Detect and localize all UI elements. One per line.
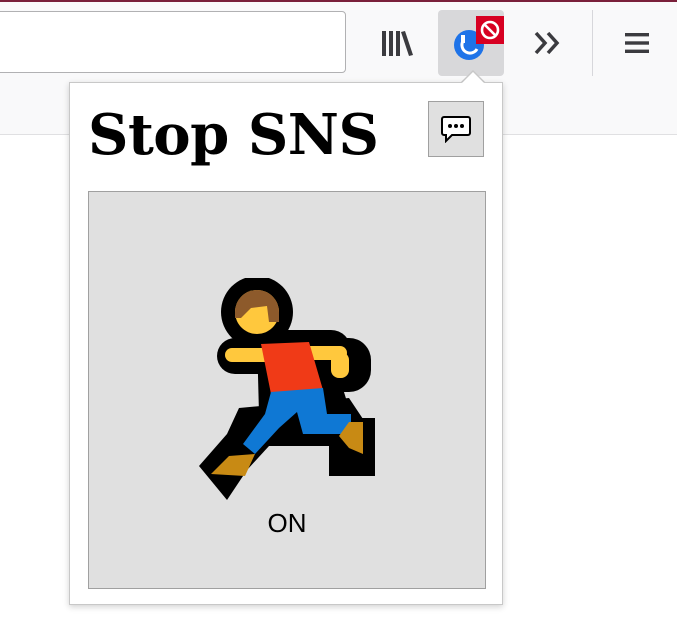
blocked-badge-icon (476, 16, 504, 44)
menu-button[interactable] (604, 10, 670, 76)
url-bar[interactable] (0, 11, 346, 73)
popup-title: Stop SNS (88, 102, 379, 168)
library-button[interactable] (364, 10, 430, 76)
extension-popup: Stop SNS ON (69, 82, 503, 605)
popup-arrow-inner (461, 72, 485, 84)
running-person-icon (199, 278, 375, 500)
toggle-button[interactable]: ON (88, 191, 486, 589)
browser-toolbar (0, 0, 677, 82)
chat-bubble-icon (441, 116, 471, 143)
hamburger-menu-icon (625, 33, 649, 53)
overflow-chevron-icon (534, 31, 560, 55)
toolbar-separator (592, 10, 593, 76)
overflow-button[interactable] (515, 10, 581, 76)
toggle-state-label: ON (267, 508, 307, 538)
library-icon (382, 31, 413, 56)
feedback-button[interactable] (428, 101, 484, 157)
